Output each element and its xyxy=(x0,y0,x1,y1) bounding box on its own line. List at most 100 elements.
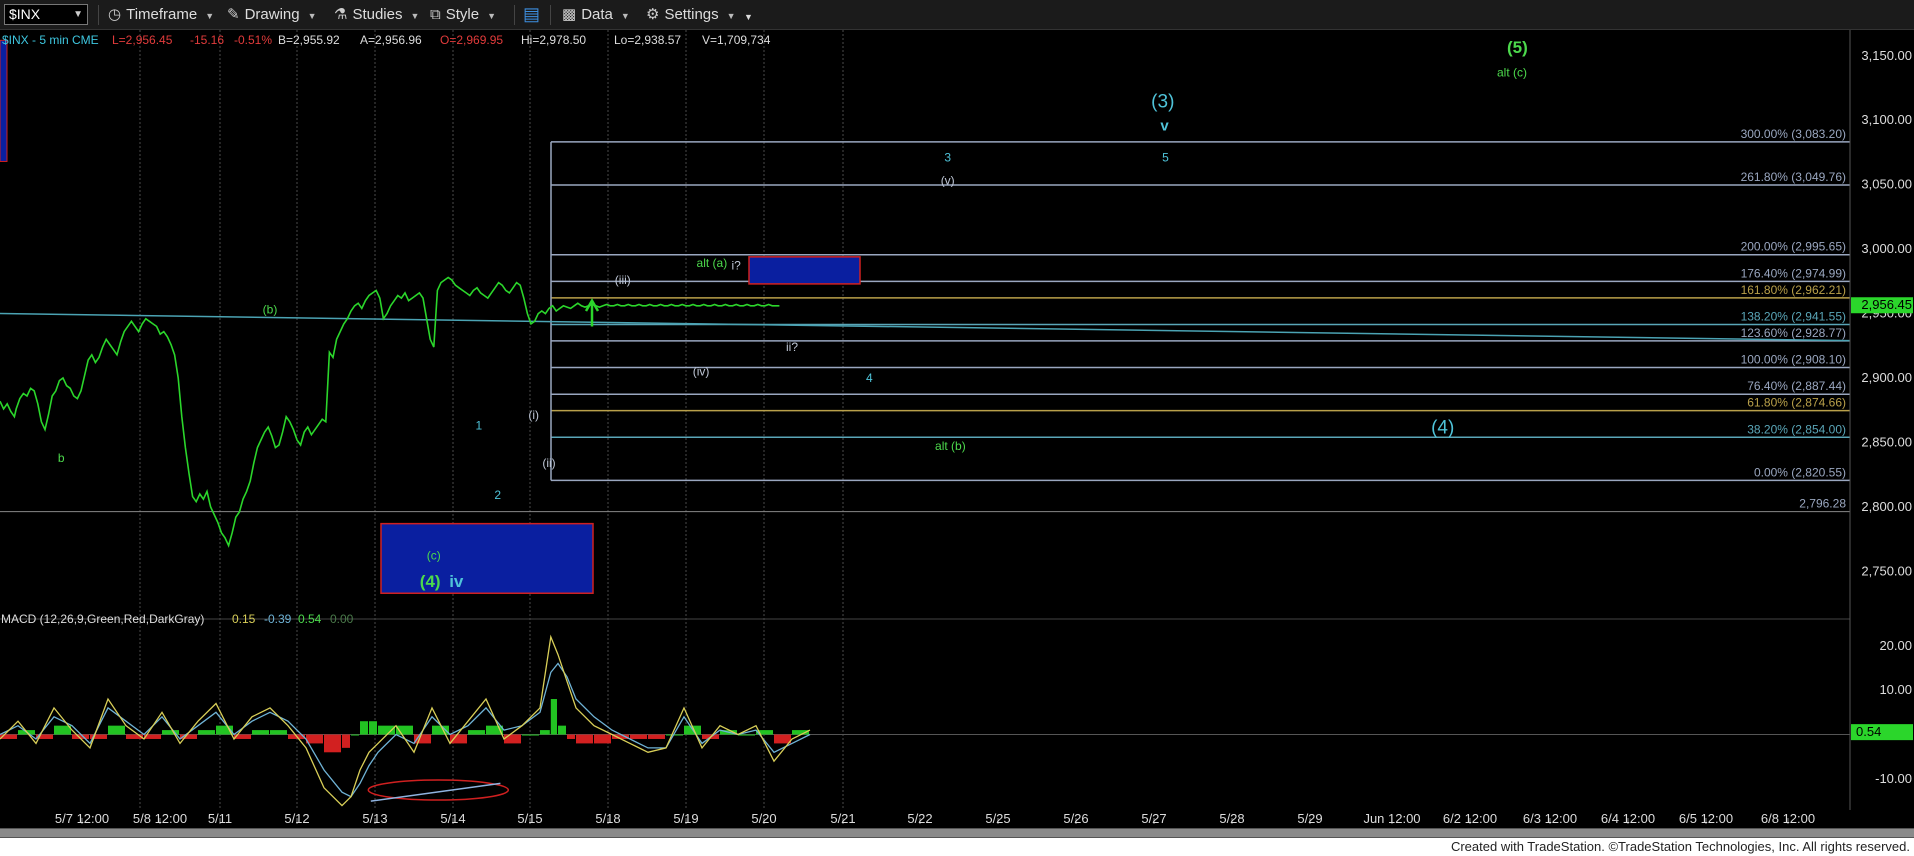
fib-label: 138.20% (2,941.55) xyxy=(1741,309,1846,323)
toolbar-divider xyxy=(98,5,99,25)
macd-histogram-bar xyxy=(54,725,71,735)
alt-a-box xyxy=(748,256,861,285)
signal-value: -0.39 xyxy=(264,612,292,626)
time-label: 5/19 xyxy=(673,811,698,826)
fib-label: 0.00% (2,820.55) xyxy=(1754,465,1846,479)
time-label: 5/15 xyxy=(517,811,542,826)
header-volume: V=1,709,734 xyxy=(702,33,771,47)
macd-histogram-bar xyxy=(360,721,368,735)
zero-value: 0.00 xyxy=(330,612,354,626)
wave-label: v xyxy=(1160,118,1169,135)
header-bid: B=2,955.92 xyxy=(278,33,340,47)
price-tick: 2,800.00 xyxy=(1861,499,1912,514)
grid xyxy=(0,30,1850,810)
studies-label: Studies xyxy=(352,6,403,23)
time-label: 6/2 12:00 xyxy=(1443,811,1497,826)
style-menu[interactable]: ⧉ Style ▼ xyxy=(430,0,496,29)
settings-label: Settings xyxy=(664,6,719,23)
header-open: O=2,969.95 xyxy=(440,33,503,47)
style-icon: ⧉ xyxy=(430,6,441,23)
header-symbol: $INX - 5 min CME xyxy=(2,33,99,47)
caret-down-icon: ▼ xyxy=(726,11,736,21)
pencil-icon: ✎ xyxy=(227,6,240,23)
time-label: 5/13 xyxy=(362,811,387,826)
macd-tick: 20.00 xyxy=(1879,638,1912,653)
macd-panel: 20.00 10.00 -10.00 0.54 xyxy=(0,634,1913,807)
wave-label: 4 xyxy=(866,371,873,385)
chevron-down-icon: ▼ xyxy=(73,9,83,20)
data-menu[interactable]: ▩ Data ▼ xyxy=(562,0,630,29)
macd-histogram-bar xyxy=(540,730,550,735)
wave-4-target-box xyxy=(380,522,594,594)
macd-histogram-bar xyxy=(468,730,485,735)
wave-label: (ii) xyxy=(542,456,555,470)
macd-histogram-bar xyxy=(450,734,467,744)
time-label: 5/25 xyxy=(985,811,1010,826)
fib-label: 161.80% (2,962.21) xyxy=(1741,283,1846,297)
fib-label: 123.60% (2,928.77) xyxy=(1741,326,1846,340)
toolbar: $INX ▼ ◷ Timeframe ▼ ✎ Drawing ▼ ⚗ Studies ▼ ⧉… xyxy=(0,0,1914,30)
wave-label: (iv) xyxy=(693,364,710,378)
header-ask: A=2,956.96 xyxy=(360,33,422,47)
style-label: Style xyxy=(445,6,480,23)
caret-down-icon: ▼ xyxy=(487,11,496,21)
header-high: Hi=2,978.50 xyxy=(521,33,586,47)
divergence-ellipse xyxy=(367,779,510,801)
price-tick: 2,850.00 xyxy=(1861,434,1912,449)
caret-down-icon: ▼ xyxy=(410,11,420,21)
price-chart[interactable]: 300.00% (3,083.20) 261.80% (3,049.76) 200.… xyxy=(0,30,1914,828)
fib-levels: 300.00% (3,083.20) 261.80% (3,049.76) 200.… xyxy=(0,127,1851,511)
macd-histogram-bar xyxy=(252,730,269,735)
time-label: 5/7 12:00 xyxy=(55,811,109,826)
caret-down-icon: ▼ xyxy=(620,11,630,21)
fib-label: 200.00% (2,995.65) xyxy=(1741,240,1846,254)
price-tick: 2,750.00 xyxy=(1861,563,1912,578)
time-label: 5/20 xyxy=(751,811,776,826)
wave-label: ii? xyxy=(786,340,798,354)
fib-label: 100.00% (2,908.10) xyxy=(1741,353,1846,367)
wave-label: iv xyxy=(449,572,464,591)
fib-label: 61.80% (2,874.66) xyxy=(1747,396,1846,410)
time-label: 6/3 12:00 xyxy=(1523,811,1577,826)
time-axis: 5/7 12:00 5/8 12:00 5/11 5/12 5/13 5/14 5/15 5/… xyxy=(55,811,1815,826)
time-label: 5/12 xyxy=(284,811,309,826)
wave-label: b xyxy=(58,451,65,465)
fib-label: 176.40% (2,974.99) xyxy=(1741,266,1846,280)
macd-histogram-bar xyxy=(432,725,449,735)
wave-label: alt (b) xyxy=(935,439,966,453)
scrollbar-thumb[interactable] xyxy=(0,829,1914,837)
wave-label: (3) xyxy=(1151,91,1174,112)
macd-histogram-bar xyxy=(504,734,521,744)
wave-label: (iii) xyxy=(615,273,631,287)
macd-histogram-bar xyxy=(648,734,665,739)
macd-histogram-bar xyxy=(108,725,125,735)
wave-label: (c) xyxy=(427,549,441,563)
time-label: 5/18 xyxy=(595,811,620,826)
time-label: 6/8 12:00 xyxy=(1761,811,1815,826)
fib-label: 300.00% (3,083.20) xyxy=(1741,127,1846,141)
macd-histogram-bar xyxy=(550,699,557,735)
macd-histogram-bar xyxy=(198,730,215,735)
horizontal-scrollbar[interactable] xyxy=(0,828,1914,838)
wave-label: 5 xyxy=(1162,150,1169,164)
footer-credit: Created with TradeStation. ©TradeStation… xyxy=(0,838,1914,856)
timeframe-menu[interactable]: ◷ Timeframe ▼ xyxy=(108,0,214,29)
header-change: -15.16 xyxy=(190,33,224,47)
header-last: L=2,956.45 xyxy=(112,33,173,47)
layout-icon[interactable]: ▤ xyxy=(523,0,540,29)
last-price-label: 2,956.45 xyxy=(1861,297,1912,312)
macd-histogram-bar xyxy=(522,734,539,736)
hist-value: 0.54 xyxy=(298,612,322,626)
toolbar-divider xyxy=(514,5,515,25)
wave-label: (4) xyxy=(1431,417,1454,438)
symbol-selector[interactable]: $INX ▼ xyxy=(4,4,88,25)
macd-histogram-bar xyxy=(558,725,566,735)
settings-menu[interactable]: ⚙ Settings ▼ xyxy=(646,0,736,29)
flask-icon: ⚗ xyxy=(334,6,348,23)
more-icon[interactable]: ▼ xyxy=(744,3,753,32)
studies-menu[interactable]: ⚗ Studies ▼ xyxy=(334,0,419,29)
wave-label: (4) xyxy=(420,572,441,591)
macd-histogram-bar xyxy=(324,734,341,753)
drawing-menu[interactable]: ✎ Drawing ▼ xyxy=(227,0,317,29)
time-label: 5/29 xyxy=(1297,811,1322,826)
